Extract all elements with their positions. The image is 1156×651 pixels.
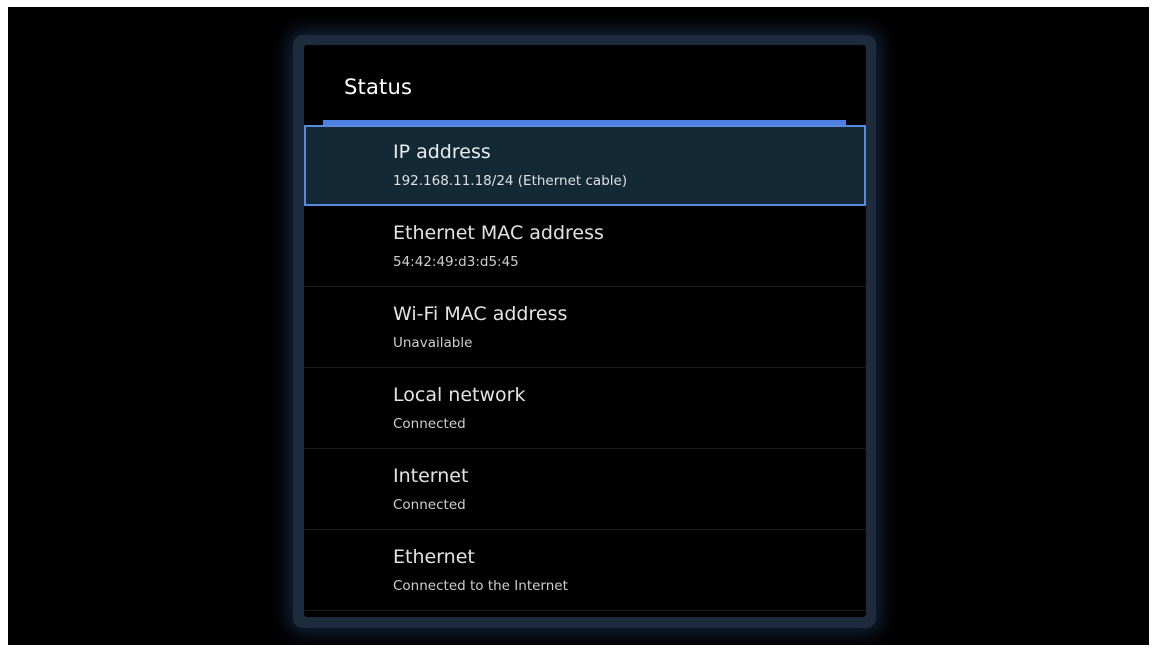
item-label: Wi-Fi MAC address xyxy=(393,303,568,325)
status-dialog: Status IP address 192.168.11.18/24 (Ethe… xyxy=(304,45,866,617)
item-value: 54:42:49:d3:d5:45 xyxy=(393,254,519,270)
list-item-ethernet-mac[interactable]: Ethernet MAC address 54:42:49:d3:d5:45 xyxy=(304,206,866,287)
item-value: Connected xyxy=(393,416,466,432)
list-item-local-network[interactable]: Local network Connected xyxy=(304,368,866,449)
item-value: 192.168.11.18/24 (Ethernet cable) xyxy=(393,173,628,189)
item-label: Ethernet MAC address xyxy=(393,222,604,244)
list-item-internet[interactable]: Internet Connected xyxy=(304,449,866,530)
item-label: Internet xyxy=(393,465,469,487)
item-label: Ethernet xyxy=(393,546,475,568)
item-value: Connected xyxy=(393,497,466,513)
list-item-ethernet[interactable]: Ethernet Connected to the Internet xyxy=(304,530,866,611)
dialog-title: Status xyxy=(344,75,413,99)
status-list: IP address 192.168.11.18/24 (Ethernet ca… xyxy=(304,125,866,611)
item-label: IP address xyxy=(393,141,491,163)
item-label: Local network xyxy=(393,384,526,406)
item-value: Unavailable xyxy=(393,335,473,351)
tv-screen: Status IP address 192.168.11.18/24 (Ethe… xyxy=(8,7,1149,645)
list-item-wifi-mac[interactable]: Wi-Fi MAC address Unavailable xyxy=(304,287,866,368)
item-value: Connected to the Internet xyxy=(393,578,568,594)
list-item-ip-address[interactable]: IP address 192.168.11.18/24 (Ethernet ca… xyxy=(304,125,866,206)
